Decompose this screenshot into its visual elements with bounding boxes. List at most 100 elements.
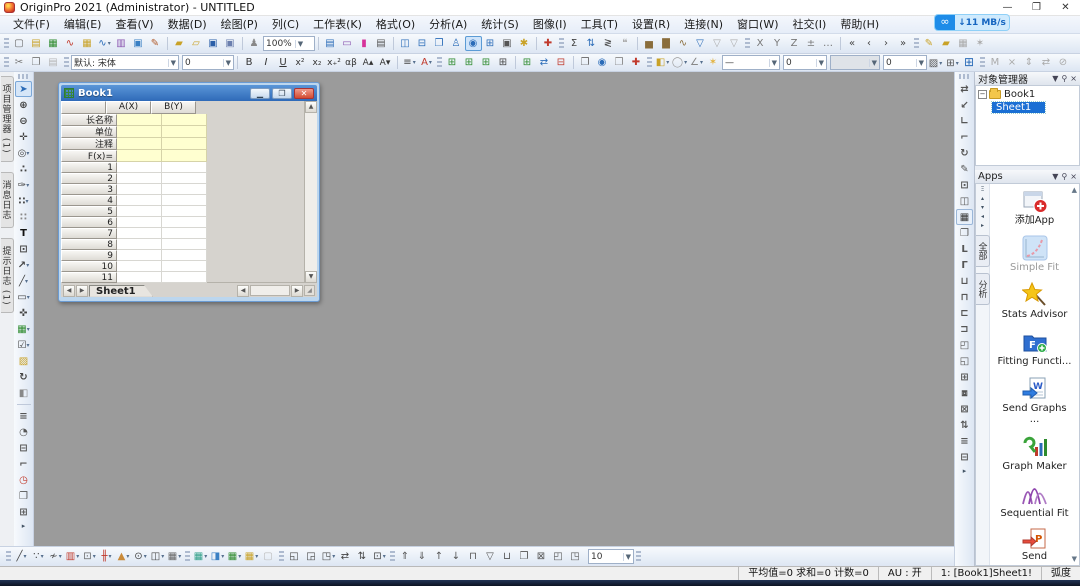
add-top-frame-icon[interactable]: ⊓ — [956, 289, 973, 305]
menu-item[interactable]: 帮助(H) — [833, 16, 886, 33]
align-left-objects-icon[interactable]: ⊓ — [465, 549, 482, 564]
save-project-icon[interactable]: ▣ — [205, 36, 222, 51]
menu-item[interactable]: 工具(T) — [574, 16, 625, 33]
copy-icon[interactable]: ❐ — [28, 55, 45, 70]
axis-top-icon[interactable]: ⌐ — [956, 129, 973, 145]
data-cell[interactable] — [162, 162, 207, 173]
circle-tool-icon[interactable]: ◔ — [15, 424, 32, 440]
template-library-icon[interactable]: ⊡ ▾ — [81, 549, 98, 564]
snapshot-icon[interactable]: ▦ — [955, 36, 972, 51]
paste-link-icon[interactable]: ❐ — [611, 55, 628, 70]
3d-plot-icon[interactable]: ▦ ▾ — [166, 549, 183, 564]
app-item-fitting-functions[interactable]: F Fitting Functi... — [998, 329, 1072, 367]
data-cell[interactable] — [162, 272, 207, 283]
resize-horizontal-icon[interactable]: ⇄ — [337, 549, 354, 564]
row-label[interactable]: 注释 — [61, 138, 117, 150]
3d-colormap-icon[interactable]: ▦ ▾ — [192, 549, 209, 564]
data-cell[interactable] — [162, 173, 207, 184]
group-objects-icon[interactable]: ❐ — [516, 549, 533, 564]
pin-icon[interactable]: ⚲ — [1061, 172, 1067, 181]
row-number[interactable]: 5 — [61, 206, 117, 217]
apps-list-scroll-up-icon[interactable]: ▲ — [1072, 186, 1077, 194]
insert-graph-icon[interactable]: ▦ ▾ — [15, 321, 32, 337]
row-number[interactable]: 1 — [61, 162, 117, 173]
pin-icon[interactable]: ⚲ — [1061, 74, 1067, 83]
sheet-tab-right-icon[interactable]: ▶ — [76, 284, 88, 297]
app-item-graph-maker[interactable]: Graph Maker — [998, 434, 1072, 472]
toolbar-grip[interactable] — [958, 74, 971, 79]
fill-color-icon[interactable]: ◧ ▾ — [654, 55, 671, 70]
data-cell[interactable] — [162, 206, 207, 217]
data-cell[interactable] — [117, 250, 162, 261]
header-cell[interactable] — [162, 150, 207, 162]
menu-item[interactable]: 统计(S) — [474, 16, 526, 33]
set-y-icon[interactable]: Y — [769, 36, 786, 51]
film-icon[interactable]: ▤ — [373, 36, 390, 51]
ungroup-objects-icon[interactable]: ⊠ — [533, 549, 550, 564]
pointer-tool-icon[interactable]: ➤ — [15, 81, 32, 97]
duplicate-window-icon[interactable]: ❐ — [431, 36, 448, 51]
cut-icon[interactable]: ✂ — [11, 55, 28, 70]
toolbar-grip[interactable] — [6, 550, 11, 563]
script-window-icon[interactable]: ▣ — [499, 36, 516, 51]
new-sketch-icon[interactable]: ✎ — [147, 36, 164, 51]
screen-reader-icon[interactable]: ◎ ▾ — [15, 145, 32, 161]
object-manager-icon[interactable]: ◉ — [465, 36, 482, 52]
panel-menu-icon[interactable]: ▼ — [1052, 172, 1058, 181]
underline-icon[interactable]: U — [275, 55, 292, 70]
toolbar-grip[interactable] — [647, 56, 652, 69]
data-brush-icon[interactable]: ✑ ▾ — [15, 177, 32, 193]
copy-html-icon[interactable]: ◉ — [594, 55, 611, 70]
zoom-out-graph-icon[interactable]: ◲ — [303, 549, 320, 564]
sheet1-tab[interactable]: Sheet1 — [89, 285, 153, 297]
corner-header-cell[interactable] — [61, 101, 106, 114]
stock-plot-icon[interactable]: ◫ ▾ — [149, 549, 166, 564]
header-cell[interactable] — [162, 138, 207, 150]
edit-axis-icon[interactable]: ✎ — [956, 161, 973, 177]
move-column-last-icon[interactable]: ⊞ — [495, 55, 512, 70]
new-project-icon[interactable]: ▢ — [11, 36, 28, 51]
slideshow-icon[interactable]: ▭ — [339, 36, 356, 51]
toolbar-grip[interactable] — [745, 37, 750, 50]
header-cell[interactable] — [117, 126, 162, 138]
data-cell[interactable] — [117, 239, 162, 250]
menu-item[interactable]: 窗口(W) — [730, 16, 785, 33]
toolbar-grip[interactable] — [279, 550, 284, 563]
tree-expand-icon[interactable]: − — [978, 90, 987, 99]
line-tool-icon[interactable]: ╱ ▾ — [15, 273, 32, 289]
digitizer-icon[interactable]: ♟ — [246, 36, 263, 51]
mask-points-icon[interactable]: ∷ ▾ — [15, 193, 32, 209]
worksheet-grid[interactable]: A(X) B(Y) 长名称 单位 注释 F(x)= 1 2 3 4 5 6 7 … — [61, 101, 207, 283]
toolbar-grip[interactable] — [980, 56, 985, 69]
open-frame-icon[interactable]: ⊏ — [956, 305, 973, 321]
book1-minimize-button[interactable]: ▁ — [250, 87, 270, 99]
draw-data-icon[interactable]: ∷ — [15, 209, 32, 225]
book1-close-button[interactable]: ✕ — [294, 87, 314, 99]
exchange-xy-icon[interactable]: ↙ — [956, 97, 973, 113]
font-family-combo[interactable]: 默认: 宋体 ▼ — [71, 55, 179, 70]
open-icon[interactable]: ▰ — [171, 36, 188, 51]
first-window-icon[interactable]: « — [844, 36, 861, 51]
menu-item[interactable]: 格式(O) — [369, 16, 422, 33]
insert-object-icon[interactable]: ☑ ▾ — [15, 337, 32, 353]
toolbar-grip[interactable] — [4, 37, 9, 50]
column-plot-icon[interactable]: ▥ ▾ — [64, 549, 81, 564]
header-cell[interactable] — [117, 114, 162, 126]
merge-graphs-icon[interactable]: ⧈ — [956, 385, 973, 401]
panel-close-icon[interactable]: × — [1070, 74, 1077, 83]
flash-fill-icon[interactable]: ✶ — [705, 55, 722, 70]
data-cell[interactable] — [162, 228, 207, 239]
move-rows-icon[interactable]: ⇄ — [536, 55, 553, 70]
refresh-graph-icon[interactable]: ↻ — [956, 145, 973, 161]
toolbar-grip[interactable] — [185, 550, 190, 563]
extract-layers-icon[interactable]: ⊠ — [956, 401, 973, 417]
data-cell[interactable] — [117, 195, 162, 206]
column-width-icon[interactable]: ⇄ — [1038, 55, 1055, 70]
previous-window-icon[interactable]: ‹ — [861, 36, 878, 51]
data-cell[interactable] — [117, 228, 162, 239]
increase-font-icon[interactable]: A▴ — [360, 56, 377, 71]
toolbar-grip[interactable] — [64, 56, 69, 69]
statistics-icon[interactable]: Σ — [566, 36, 583, 51]
axis-corner-icon[interactable]: ∟ — [956, 113, 973, 129]
restore-button[interactable]: ❐ — [1022, 0, 1051, 15]
